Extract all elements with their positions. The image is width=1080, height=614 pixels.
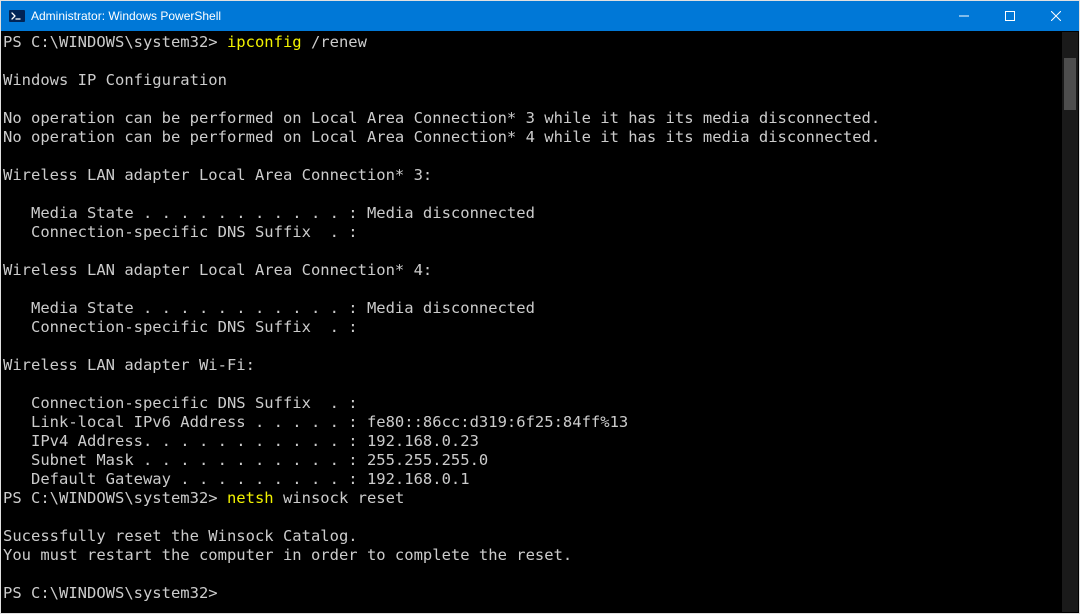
scrollbar-thumb[interactable] xyxy=(1064,58,1076,110)
output-line: Sucessfully reset the Winsock Catalog. xyxy=(3,527,358,545)
output-line: Media State . . . . . . . . . . . : Medi… xyxy=(3,204,535,222)
output-line: IPv4 Address. . . . . . . . . . . : 192.… xyxy=(3,432,479,450)
output-line: Link-local IPv6 Address . . . . . : fe80… xyxy=(3,413,628,431)
output-line: No operation can be performed on Local A… xyxy=(3,109,880,127)
minimize-icon xyxy=(959,11,969,21)
output-line: Connection-specific DNS Suffix . : xyxy=(3,394,358,412)
output-line: Windows IP Configuration xyxy=(3,71,227,89)
output-line: Connection-specific DNS Suffix . : xyxy=(3,318,358,336)
prompt: PS C:\WINDOWS\system32> xyxy=(3,489,227,507)
terminal-area[interactable]: PS C:\WINDOWS\system32> ipconfig /renew … xyxy=(1,31,1079,613)
titlebar[interactable]: Administrator: Windows PowerShell xyxy=(1,1,1079,31)
close-icon xyxy=(1051,11,1061,21)
command-arg: winsock reset xyxy=(283,489,404,507)
terminal-output: PS C:\WINDOWS\system32> ipconfig /renew … xyxy=(3,33,1077,603)
minimize-button[interactable] xyxy=(941,1,987,31)
powershell-window: Administrator: Windows PowerShell PS C: xyxy=(0,0,1080,614)
command-text: netsh xyxy=(227,489,283,507)
scrollbar-track[interactable] xyxy=(1062,32,1078,612)
prompt: PS C:\WINDOWS\system32> xyxy=(3,33,227,51)
scrollbar[interactable] xyxy=(1062,32,1078,612)
command-arg: /renew xyxy=(311,33,367,51)
output-line: Wireless LAN adapter Local Area Connecti… xyxy=(3,166,432,184)
output-line: Media State . . . . . . . . . . . : Medi… xyxy=(3,299,535,317)
output-line: Wireless LAN adapter Local Area Connecti… xyxy=(3,261,432,279)
window-controls xyxy=(941,1,1079,31)
output-line: Default Gateway . . . . . . . . . : 192.… xyxy=(3,470,470,488)
powershell-icon xyxy=(9,8,25,24)
command-text: ipconfig xyxy=(227,33,311,51)
output-line: Subnet Mask . . . . . . . . . . . : 255.… xyxy=(3,451,488,469)
output-line: You must restart the computer in order t… xyxy=(3,546,572,564)
output-line: Wireless LAN adapter Wi-Fi: xyxy=(3,356,255,374)
output-line: No operation can be performed on Local A… xyxy=(3,128,880,146)
output-line: Connection-specific DNS Suffix . : xyxy=(3,223,358,241)
close-button[interactable] xyxy=(1033,1,1079,31)
prompt: PS C:\WINDOWS\system32> xyxy=(3,584,227,602)
maximize-icon xyxy=(1005,11,1015,21)
window-title: Administrator: Windows PowerShell xyxy=(31,9,941,23)
maximize-button[interactable] xyxy=(987,1,1033,31)
